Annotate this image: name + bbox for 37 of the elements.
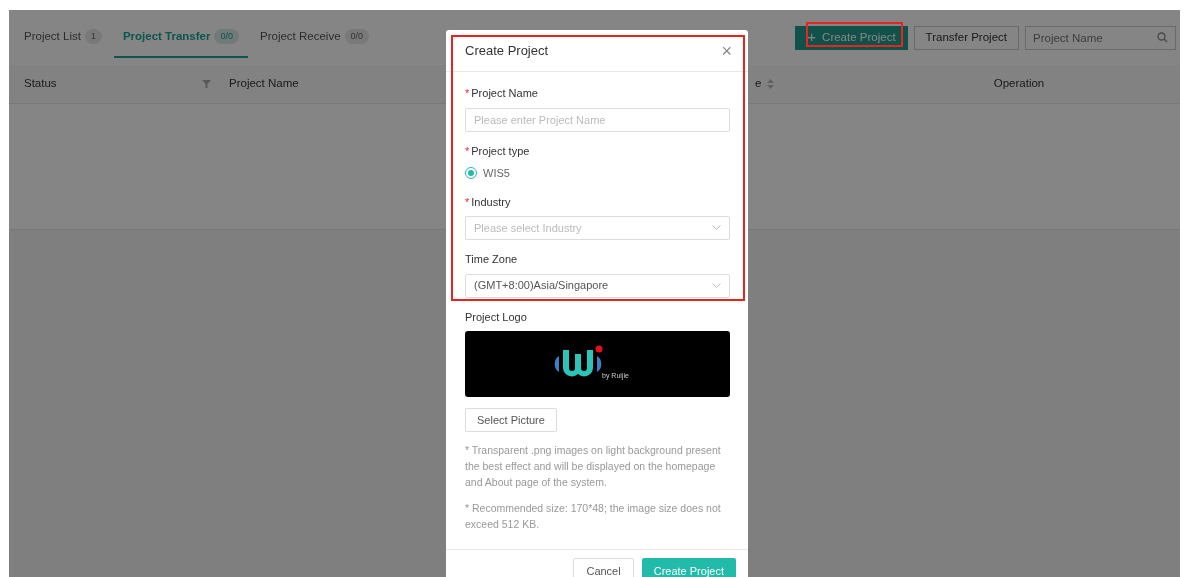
cancel-button[interactable]: Cancel (573, 558, 634, 577)
column-header: Status (24, 76, 57, 92)
search-icon[interactable] (1157, 32, 1168, 43)
sort-icon[interactable] (767, 79, 775, 89)
chevron-down-icon (712, 282, 721, 289)
radio-option[interactable]: WIS5 (465, 165, 510, 182)
tab[interactable]: Project Receive 0/0 (251, 17, 379, 58)
hint-text: * Transparent .png images on light background present the best effect and will be displayed on the homepage and About page of the system. (465, 443, 722, 490)
field-label: Time Zone (465, 253, 518, 265)
tab[interactable]: Project Transfer 0/0 (113, 17, 248, 58)
required-asterisk: * (465, 144, 470, 157)
search-field[interactable]: Project Name (1025, 25, 1176, 50)
select-field[interactable]: Please select Industry (465, 216, 730, 240)
select-field[interactable]: (GMT+8:00)Asia/Singapore (465, 273, 730, 298)
column-header: Project Name (229, 76, 299, 92)
column-header: Operation (993, 76, 1045, 92)
count-badge: 0/0 (344, 28, 370, 45)
count-badge: 0/0 (214, 28, 239, 45)
chevron-down-icon (712, 225, 721, 231)
required-asterisk: * (465, 195, 470, 208)
count-badge: 1 (84, 28, 102, 45)
field-label: Project type (471, 144, 530, 157)
create-project-button[interactable]: + Create Project (795, 25, 908, 50)
tab[interactable]: Project List 1 (15, 17, 111, 58)
hint-text: * Recommended size: 170*48; the image size does not exceed 512 KB. (465, 501, 722, 532)
transfer-project-button[interactable]: Transfer Project (913, 25, 1019, 50)
field-label: Project Logo (465, 309, 528, 325)
field-label: Industry (471, 195, 511, 208)
input-field[interactable]: Please enter Project Name (465, 107, 730, 132)
select-picture-button[interactable]: Select Picture (465, 408, 557, 432)
column-header: e (755, 76, 762, 92)
filter-icon[interactable] (202, 80, 211, 88)
create-project-button[interactable]: Create Project (641, 558, 736, 577)
required-asterisk: * (465, 87, 470, 99)
field-label: Project Name (471, 87, 538, 99)
dialog-title: Create Project (465, 41, 549, 60)
close-button[interactable]: × (721, 41, 732, 60)
